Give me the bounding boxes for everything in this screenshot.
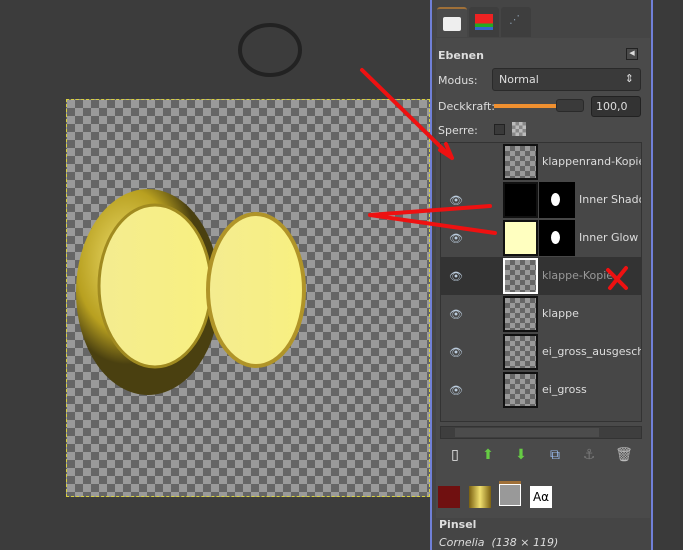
current-brush: Cornelia (138 × 119) bbox=[439, 536, 559, 549]
mode-value: Normal bbox=[499, 73, 539, 86]
eye-icon[interactable]: 👁 bbox=[449, 194, 463, 207]
tab-gradients[interactable] bbox=[469, 486, 491, 508]
layer-name: klappe bbox=[542, 307, 579, 320]
mode-label: Modus: bbox=[438, 74, 478, 87]
tab-channels[interactable] bbox=[469, 7, 499, 37]
egg-inner bbox=[97, 203, 213, 369]
layer-mask-thumbnail bbox=[539, 220, 575, 256]
layer-name: klappenrand-Kopie bbox=[542, 155, 642, 168]
lock-alpha-checkbox[interactable] bbox=[512, 122, 526, 136]
raise-layer-button[interactable]: ⬆ bbox=[479, 446, 497, 464]
layer-name: Inner Glow bbox=[579, 231, 639, 244]
brushes-title: Pinsel bbox=[439, 518, 477, 531]
panel-menu-button[interactable]: ◀ bbox=[626, 48, 638, 60]
lock-label: Sperre: bbox=[438, 124, 478, 137]
eye-icon[interactable]: 👁 bbox=[449, 384, 463, 397]
layer-thumbnail bbox=[503, 372, 538, 408]
layer-name: klappe-Kopie bbox=[542, 269, 614, 282]
scrollbar-thumb[interactable] bbox=[455, 428, 599, 437]
layer-thumbnail bbox=[503, 182, 538, 218]
layer-thumbnail bbox=[503, 296, 538, 332]
watermark-logo bbox=[238, 23, 302, 77]
duplicate-layer-button[interactable]: ⧉ bbox=[546, 446, 564, 464]
opacity-input[interactable]: 100,0 bbox=[591, 96, 641, 117]
mode-select[interactable]: Normal ⇕ bbox=[492, 68, 641, 91]
tab-fonts[interactable]: Aα bbox=[530, 486, 552, 508]
tab-layers[interactable] bbox=[437, 7, 467, 37]
layer-name: ei_gross bbox=[542, 383, 587, 396]
layer-row[interactable]: klappenrand-Kopie bbox=[441, 143, 642, 181]
layer-thumbnail bbox=[503, 144, 538, 180]
layer-row[interactable]: 👁 Inner Shadow bbox=[441, 181, 641, 219]
layer-thumbnail bbox=[503, 220, 538, 256]
layer-name: Inner Shadow bbox=[579, 193, 641, 206]
tab-brushes[interactable] bbox=[499, 484, 521, 506]
opacity-slider-handle[interactable] bbox=[556, 99, 584, 112]
panel-title: Ebenen bbox=[438, 49, 484, 62]
opacity-slider[interactable] bbox=[494, 104, 556, 108]
eye-icon[interactable]: 👁 bbox=[449, 270, 463, 283]
new-layer-button[interactable]: ▯ bbox=[446, 446, 464, 464]
opacity-label: Deckkraft: bbox=[438, 100, 495, 113]
egg-lid bbox=[206, 212, 306, 368]
image-canvas[interactable] bbox=[0, 0, 430, 550]
lower-layer-button[interactable]: ⬇ bbox=[512, 446, 530, 464]
layers-list[interactable]: klappenrand-Kopie 👁 Inner Shadow 👁 Inner Glo… bbox=[440, 142, 642, 422]
spinner-icon: ⇕ bbox=[624, 72, 634, 85]
anchor-layer-button[interactable]: ⚓ bbox=[580, 446, 598, 464]
layer-thumbnail bbox=[503, 334, 538, 370]
tab-paths[interactable]: ⋰ bbox=[501, 7, 531, 37]
paths-icon: ⋰ bbox=[509, 13, 520, 26]
lock-pixels-checkbox[interactable] bbox=[494, 124, 505, 135]
layer-row[interactable]: 👁 klappe bbox=[441, 295, 641, 333]
tab-patterns[interactable] bbox=[438, 486, 460, 508]
layer-thumbnail bbox=[503, 258, 538, 294]
channels-icon bbox=[475, 14, 493, 30]
layer-row[interactable]: 👁 Inner Glow bbox=[441, 219, 641, 257]
layer-row[interactable]: 👁 ei_gross_ausgeschnitten bbox=[441, 333, 642, 371]
layer-row[interactable]: 👁 klappe-Kopie bbox=[441, 257, 641, 295]
delete-layer-button[interactable]: 🗑 bbox=[615, 446, 633, 464]
layers-icon bbox=[443, 17, 461, 31]
eye-icon[interactable]: 👁 bbox=[449, 346, 463, 359]
eye-icon[interactable]: 👁 bbox=[449, 308, 463, 321]
layers-scrollbar[interactable] bbox=[440, 426, 642, 439]
layer-mask-thumbnail bbox=[539, 182, 575, 218]
layer-row[interactable]: 👁 ei_gross bbox=[441, 371, 641, 409]
eye-icon[interactable]: 👁 bbox=[449, 232, 463, 245]
layer-name: ei_gross_ausgeschnitten bbox=[542, 345, 642, 358]
